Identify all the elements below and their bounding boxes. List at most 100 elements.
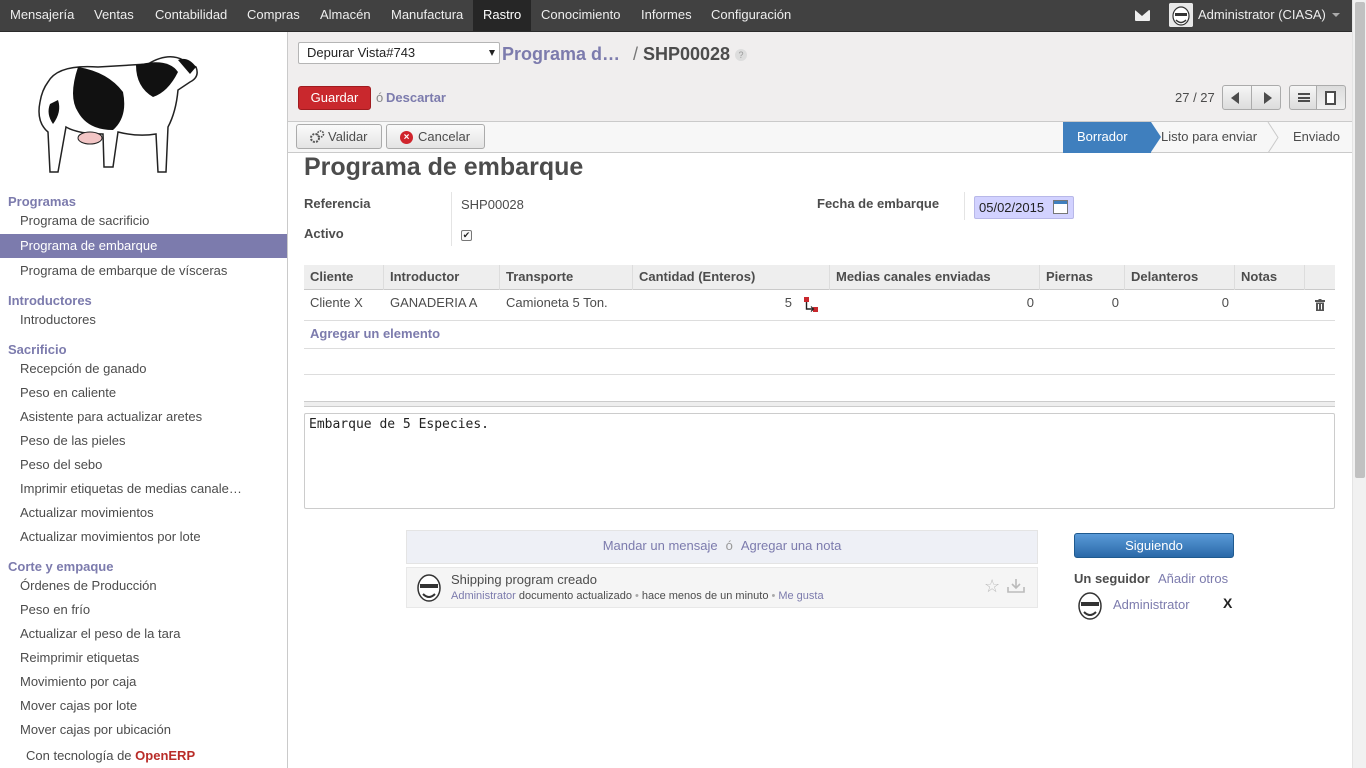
section-programas: Programas <box>8 194 76 209</box>
cell-cliente: Cliente X <box>310 295 363 310</box>
shipping-date-value: 05/02/2015 <box>979 200 1045 215</box>
sidebar-item-imprimir-etiquetas[interactable]: Imprimir etiquetas de medias canale… <box>0 477 287 501</box>
help-icon[interactable]: ? <box>735 49 747 61</box>
user-avatar[interactable] <box>1169 3 1193 27</box>
reference-label: Referencia <box>304 196 371 211</box>
menu-ventas[interactable]: Ventas <box>84 0 144 31</box>
table-divider <box>304 348 1335 349</box>
column-notas[interactable]: Notas <box>1235 265 1305 290</box>
menu-rastro[interactable]: Rastro <box>473 0 532 31</box>
message-meta: Administrator documento actualizado • hace… <box>451 590 824 602</box>
shipping-date-label: Fecha de embarque <box>817 196 940 211</box>
active-checkbox[interactable]: ✔ <box>461 230 472 241</box>
validate-label: Validar <box>328 129 368 144</box>
company-logo <box>18 42 208 182</box>
column-introductor[interactable]: Introductor <box>384 265 500 290</box>
sidebar-item-actualizar-movimientos[interactable]: Actualizar movimientos <box>0 501 287 525</box>
column-medias-canales[interactable]: Medias canales enviadas <box>830 265 1040 290</box>
page-scrollbar[interactable] <box>1352 0 1366 768</box>
archive-icon[interactable] <box>1007 578 1025 594</box>
chatter-compose-bar: Mandar un mensaje ó Agregar una nota <box>406 530 1038 564</box>
column-cantidad[interactable]: Cantidad (Enteros) <box>633 265 830 290</box>
menu-conocimiento[interactable]: Conocimiento <box>531 0 631 31</box>
sidebar-item-programa-embarque[interactable]: Programa de embarque <box>0 234 287 258</box>
stock-move-icon[interactable] <box>804 297 818 312</box>
gears-icon <box>309 129 325 145</box>
column-delanteros[interactable]: Delanteros <box>1125 265 1235 290</box>
pager-next-button[interactable] <box>1251 85 1281 110</box>
sidebar-item-peso-frio[interactable]: Peso en frío <box>0 598 287 622</box>
form-view-button[interactable] <box>1316 85 1346 110</box>
like-link[interactable]: Me gusta <box>778 590 823 602</box>
menu-manufactura[interactable]: Manufactura <box>381 0 473 31</box>
cell-piernas: 0 <box>1111 295 1119 310</box>
cancel-button[interactable]: × Cancelar <box>386 124 485 149</box>
calendar-icon[interactable] <box>1053 200 1068 214</box>
cell-introductor: GANADERIA A <box>390 295 478 310</box>
sidebar: Programas Programa de sacrificio Program… <box>0 32 288 768</box>
sidebar-item-actualizar-movimientos-lote[interactable]: Actualizar movimientos por lote <box>0 525 287 549</box>
menu-informes[interactable]: Informes <box>631 0 702 31</box>
section-corte-empaque: Corte y empaque <box>8 559 114 574</box>
menu-compras[interactable]: Compras <box>237 0 310 31</box>
follower-name-link[interactable]: Administrator <box>1113 597 1190 612</box>
message-author-link[interactable]: Administrator <box>451 590 516 602</box>
breadcrumb-parent[interactable]: Programa d… <box>502 44 620 65</box>
cell-medias-canales: 0 <box>1026 295 1034 310</box>
sidebar-item-programa-embarque-visceras[interactable]: Programa de embarque de vísceras <box>0 259 287 283</box>
sidebar-item-peso-tara[interactable]: Actualizar el peso de la tara <box>0 622 287 646</box>
debug-view-select-value: Depurar Vista#743 <box>307 45 416 60</box>
send-message-link[interactable]: Mandar un mensaje <box>603 538 718 553</box>
sidebar-item-recepcion-ganado[interactable]: Recepción de ganado <box>0 357 287 381</box>
cancel-icon: × <box>400 131 413 144</box>
remove-follower-button[interactable]: X <box>1223 595 1232 611</box>
section-introductores: Introductores <box>8 293 92 308</box>
author-avatar[interactable] <box>415 573 443 603</box>
sidebar-item-programa-sacrificio[interactable]: Programa de sacrificio <box>0 209 287 233</box>
menu-mensajeria[interactable]: Mensajería <box>0 0 84 31</box>
dropdown-caret-icon <box>489 50 495 56</box>
user-menu[interactable]: Administrator (CIASA) <box>1198 0 1326 31</box>
sidebar-item-movimiento-caja[interactable]: Movimiento por caja <box>0 670 287 694</box>
pager-previous-button[interactable] <box>1222 85 1252 110</box>
following-button[interactable]: Siguiendo <box>1074 533 1234 558</box>
sidebar-item-introductores[interactable]: Introductores <box>0 308 287 332</box>
save-button[interactable]: Guardar <box>298 86 371 110</box>
sidebar-item-asistente-aretes[interactable]: Asistente para actualizar aretes <box>0 405 287 429</box>
add-followers-link[interactable]: Añadir otros <box>1158 571 1228 586</box>
star-icon[interactable]: ☆ <box>984 576 1000 597</box>
column-piernas[interactable]: Piernas <box>1040 265 1125 290</box>
menu-almacen[interactable]: Almacén <box>310 0 381 31</box>
validate-button[interactable]: Validar <box>296 124 382 149</box>
sidebar-item-mover-cajas-lote[interactable]: Mover cajas por lote <box>0 694 287 718</box>
page-title: Programa de embarque <box>304 153 584 181</box>
debug-view-select[interactable]: Depurar Vista#743 <box>298 42 500 64</box>
sidebar-item-reimprimir-etiquetas[interactable]: Reimprimir etiquetas <box>0 646 287 670</box>
reference-value: SHP00028 <box>461 197 524 212</box>
top-menu-bar: Mensajería Ventas Contabilidad Compras A… <box>0 0 1352 32</box>
sidebar-item-mover-cajas-ubicacion[interactable]: Mover cajas por ubicación <box>0 718 287 742</box>
sidebar-item-peso-caliente[interactable]: Peso en caliente <box>0 381 287 405</box>
shipping-date-input[interactable]: 05/02/2015 <box>974 196 1074 219</box>
sidebar-item-peso-sebo[interactable]: Peso del sebo <box>0 453 287 477</box>
trash-icon[interactable] <box>1315 299 1325 311</box>
powered-brand-link[interactable]: OpenERP <box>135 748 195 763</box>
add-note-link[interactable]: Agregar una nota <box>741 538 841 553</box>
column-transporte[interactable]: Transporte <box>500 265 633 290</box>
sidebar-item-peso-pieles[interactable]: Peso de las pieles <box>0 429 287 453</box>
column-cliente[interactable]: Cliente <box>304 265 384 290</box>
menu-contabilidad[interactable]: Contabilidad <box>145 0 237 31</box>
discard-button[interactable]: Descartar <box>386 90 446 105</box>
scrollbar-thumb[interactable] <box>1355 2 1365 478</box>
table-row[interactable]: Cliente X GANADERIA A Camioneta 5 Ton. 5… <box>304 290 1335 321</box>
list-view-icon <box>1298 93 1310 102</box>
sidebar-item-ordenes-produccion[interactable]: Órdenes de Producción <box>0 574 287 598</box>
notes-textarea[interactable]: Embarque de 5 Especies. <box>304 413 1335 509</box>
add-item-link[interactable]: Agregar un elemento <box>310 326 440 341</box>
form-view-icon <box>1325 91 1336 105</box>
dot-separator: • <box>635 590 639 602</box>
list-view-button[interactable] <box>1289 85 1319 110</box>
message-time: hace menos de un minuto <box>641 590 769 602</box>
mail-icon[interactable] <box>1135 10 1150 21</box>
menu-configuracion[interactable]: Configuración <box>701 0 801 31</box>
